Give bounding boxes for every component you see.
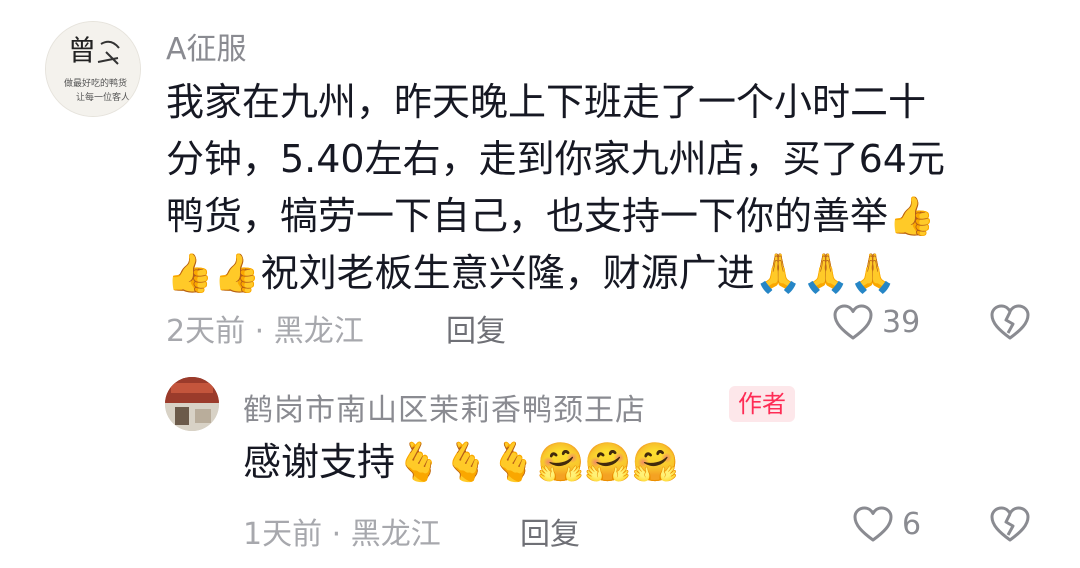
heart-outline-icon bbox=[833, 304, 873, 340]
pray-icon: 🙏 bbox=[849, 251, 897, 295]
comment-thread: 曾 做最好吃的鸭货 让每一位客人 A征服 我家在九州，昨天晚上下班走了一个小时二… bbox=[0, 0, 1080, 568]
reply-button[interactable]: 回复 bbox=[446, 306, 506, 350]
thumbs-up-icon: 👍 bbox=[166, 251, 214, 295]
like-button[interactable]: 39 bbox=[832, 303, 920, 341]
reply-like-button[interactable]: 6 bbox=[852, 505, 921, 543]
reply-avatar-image bbox=[165, 377, 219, 431]
author-badge: 作者 bbox=[729, 386, 795, 422]
avatar-calligraphy-image: 曾 做最好吃的鸭货 让每一位客人 bbox=[46, 22, 140, 116]
heart-hand-icon: 🫰 bbox=[442, 440, 490, 484]
reply-avatar[interactable] bbox=[165, 377, 219, 431]
comment-line-3: 鸭货，犒劳一下自己，也支持一下你的善举👍 bbox=[166, 194, 936, 238]
dislike-button[interactable] bbox=[989, 303, 1031, 345]
reply-dislike-button[interactable] bbox=[989, 505, 1031, 547]
heart-outline-icon bbox=[853, 506, 893, 542]
like-count: 39 bbox=[882, 304, 921, 340]
thumbs-up-icon: 👍 bbox=[888, 194, 936, 238]
hug-icon: 🤗 bbox=[537, 440, 585, 484]
reply-username[interactable]: 鹤岗市南山区茉莉香鸭颈王店 bbox=[243, 385, 646, 429]
comment-line-2: 分钟，5.40左右，走到你家九州店，买了64元 bbox=[166, 137, 945, 181]
comment-username[interactable]: A征服 bbox=[166, 24, 247, 68]
heart-hand-icon: 🫰 bbox=[395, 440, 443, 484]
comment-line-4: 👍👍祝刘老板生意兴隆，财源广进🙏🙏🙏 bbox=[166, 251, 897, 295]
comment-body: 我家在九州，昨天晚上下班走了一个小时二十 分钟，5.40左右，走到你家九州店，买… bbox=[166, 74, 945, 302]
reply-meta: 1天前 · 黑龙江 bbox=[243, 517, 441, 552]
hug-icon: 🤗 bbox=[584, 440, 632, 484]
heart-hand-icon: 🫰 bbox=[489, 440, 537, 484]
avatar[interactable]: 曾 做最好吃的鸭货 让每一位客人 bbox=[45, 21, 141, 117]
reply-like-count: 6 bbox=[902, 506, 922, 542]
avatar-big-char: 曾 bbox=[68, 34, 96, 67]
reply-reply-button[interactable]: 回复 bbox=[520, 509, 580, 553]
comment-meta: 2天前 · 黑龙江 bbox=[166, 314, 364, 349]
hug-icon: 🤗 bbox=[631, 440, 679, 484]
broken-heart-icon bbox=[990, 506, 1030, 542]
pray-icon: 🙏 bbox=[802, 251, 850, 295]
avatar-line-1: 做最好吃的鸭货 bbox=[64, 77, 127, 89]
broken-heart-icon bbox=[990, 304, 1030, 340]
avatar-line-2: 让每一位客人 bbox=[76, 91, 130, 103]
reply-body: 感谢支持🫰🫰🫰🤗🤗🤗 bbox=[243, 440, 679, 484]
comment-line-1: 我家在九州，昨天晚上下班走了一个小时二十 bbox=[166, 80, 927, 124]
thumbs-up-icon: 👍 bbox=[213, 251, 261, 295]
pray-icon: 🙏 bbox=[754, 251, 802, 295]
